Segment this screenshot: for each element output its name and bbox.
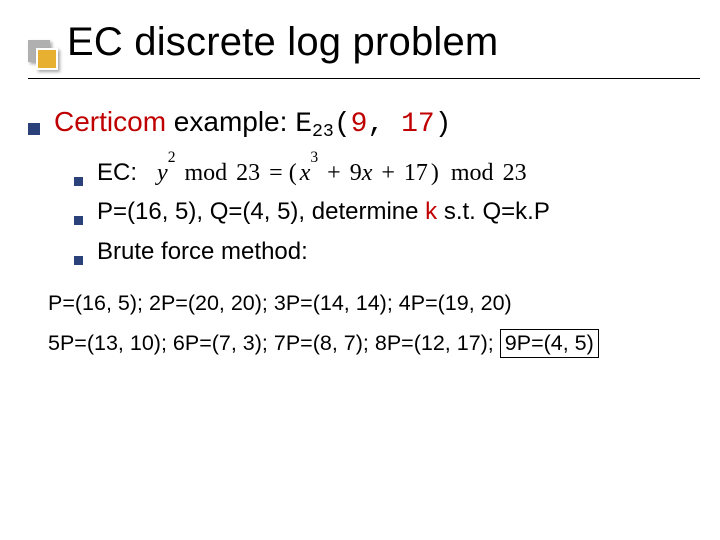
curve-sub: 23 <box>312 122 334 142</box>
title-underline <box>28 78 700 79</box>
brute-force-lines: P=(16, 5); 2P=(20, 20); 3P=(14, 14); 4P=… <box>48 284 692 364</box>
curve-comma: , <box>367 109 401 140</box>
sub-bullet-pq: P=(16, 5), Q=(4, 5), determine k s.t. Q=… <box>74 196 692 228</box>
square-bullet-icon <box>74 216 83 225</box>
curve-a: 9 <box>351 109 368 140</box>
sub-ec-content: EC: y2 mod 23 = (x3 + 9x + 17) mod 23 <box>97 156 527 189</box>
lead-text: Certicom example: E23(9, 17) <box>54 106 452 140</box>
pq-post: s.t. Q=k.P <box>437 198 550 225</box>
title-decor-squares <box>28 40 62 82</box>
sub-bullet-list: EC: y2 mod 23 = (x3 + 9x + 17) mod 23 P=… <box>74 156 692 268</box>
sub-pq-content: P=(16, 5), Q=(4, 5), determine k s.t. Q=… <box>97 196 550 228</box>
lead-rest: example: <box>166 106 295 137</box>
brute-line-2a: 5P=(13, 10); 6P=(7, 3); 7P=(8, 7); 8P=(1… <box>48 331 500 355</box>
paren-open: ( <box>334 109 351 140</box>
sub-bullet-brute: Brute force method: <box>74 236 692 268</box>
title-row: EC discrete log problem <box>28 20 700 84</box>
brute-boxed-answer: 9P=(4, 5) <box>500 329 599 358</box>
curve-notation: E23(9, 17) <box>295 109 451 140</box>
pq-k: k <box>425 198 437 225</box>
slide-title: EC discrete log problem <box>67 20 498 65</box>
curve-E: E <box>295 109 312 140</box>
square-bullet-icon <box>28 123 40 135</box>
brute-line-2: 5P=(13, 10); 6P=(7, 3); 7P=(8, 7); 8P=(1… <box>48 324 692 364</box>
slide: EC discrete log problem Certicom example… <box>0 0 720 540</box>
bullet1-row: Certicom example: E23(9, 17) <box>28 106 692 140</box>
curve-b: 17 <box>401 109 435 140</box>
brute-label: Brute force method: <box>97 236 308 268</box>
square-bullet-icon <box>74 177 83 186</box>
sub-bullet-ec: EC: y2 mod 23 = (x3 + 9x + 17) mod 23 <box>74 156 692 189</box>
square-bullet-icon <box>74 256 83 265</box>
paren-close: ) <box>435 109 452 140</box>
certicom-word: Certicom <box>54 106 166 137</box>
ec-formula: y2 mod 23 = (x3 + 9x + 17) mod 23 <box>157 160 527 186</box>
slide-body: Certicom example: E23(9, 17) EC: y2 mod … <box>28 106 692 364</box>
square-gold-icon <box>36 48 58 70</box>
ec-label: EC: <box>97 159 137 186</box>
brute-line-1: P=(16, 5); 2P=(20, 20); 3P=(14, 14); 4P=… <box>48 284 692 324</box>
pq-pre: P=(16, 5), Q=(4, 5), determine <box>97 198 425 225</box>
